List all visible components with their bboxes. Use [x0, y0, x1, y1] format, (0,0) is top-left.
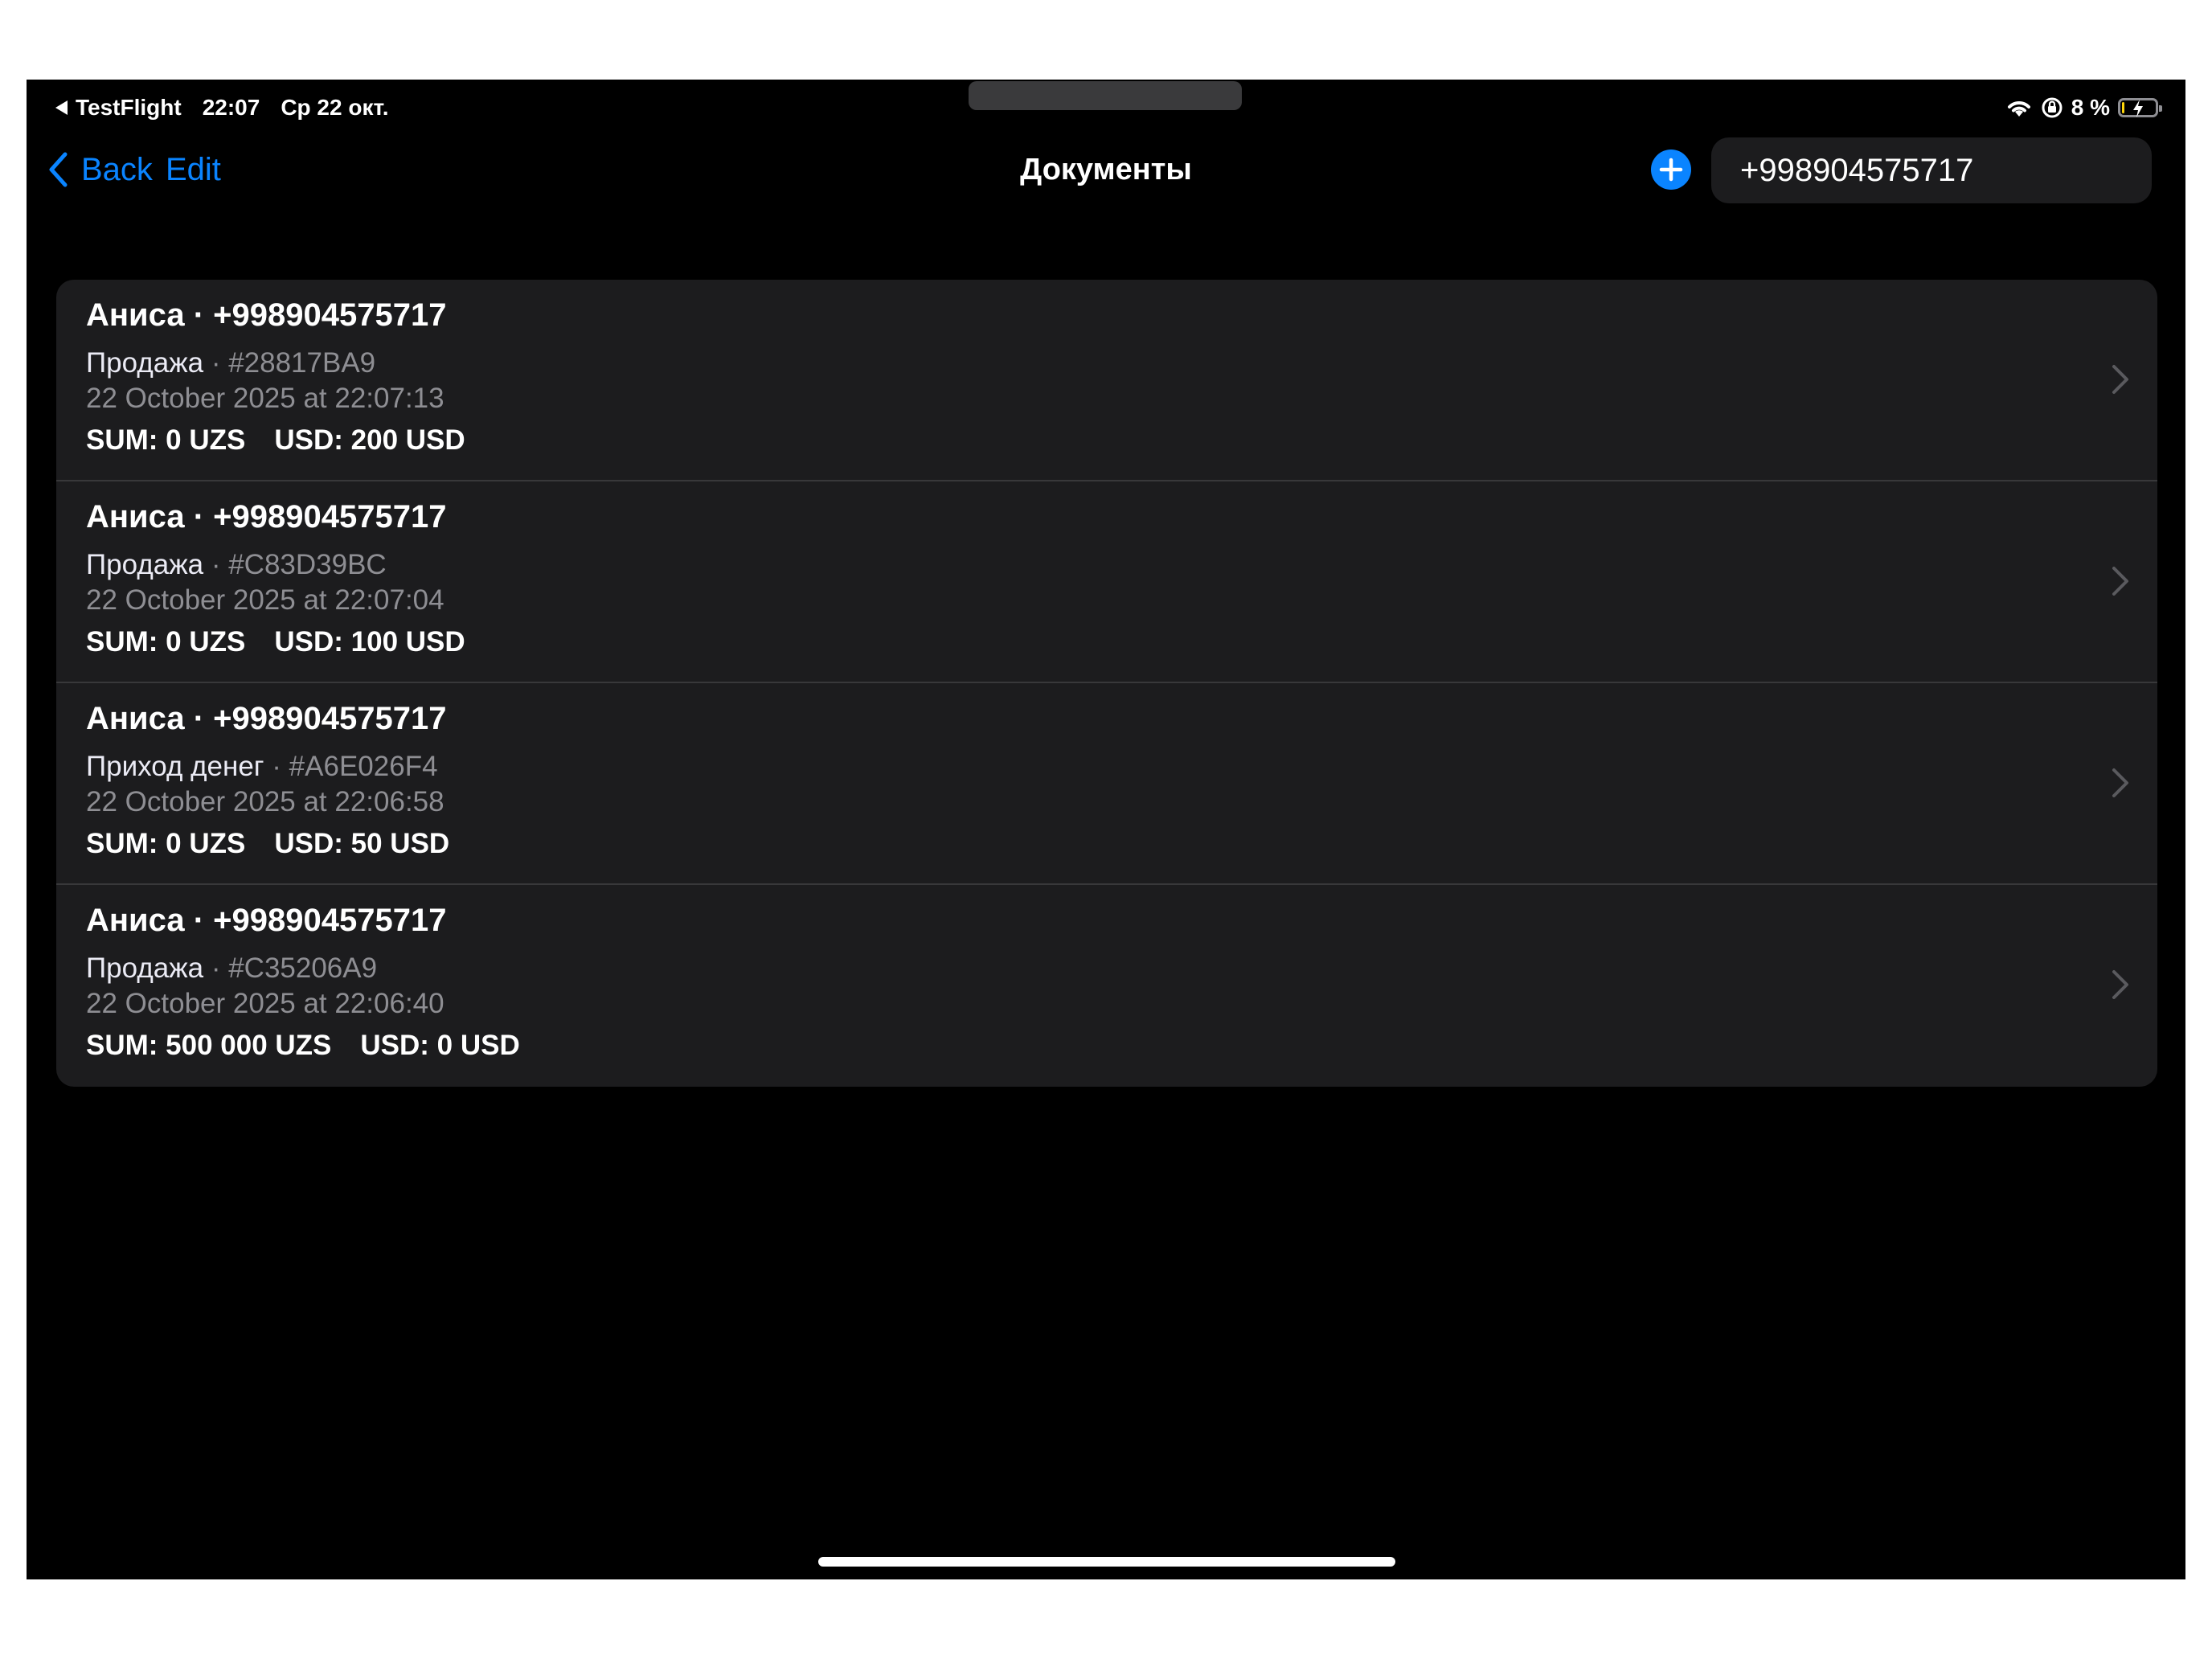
battery-icon [2118, 98, 2162, 117]
document-row[interactable]: Аниса · +998904575717 Приход денег · #A6… [56, 683, 2157, 885]
status-bar-left: TestFlight 22:07 Ср 22 окт. [55, 88, 410, 128]
document-type: Продажа [86, 549, 204, 580]
chevron-right-icon [2112, 970, 2128, 999]
document-title: Аниса · +998904575717 [86, 499, 447, 535]
documents-list: Аниса · +998904575717 Продажа · #28817BA… [56, 280, 2157, 1087]
document-totals: SUM: 0 UZS USD: 100 USD [86, 626, 465, 658]
document-type: Продажа [86, 347, 204, 379]
document-totals: SUM: 0 UZS USD: 200 USD [86, 424, 465, 457]
document-date: 22 October 2025 at 22:07:04 [86, 584, 444, 616]
document-row[interactable]: Аниса · +998904575717 Продажа · #28817BA… [56, 280, 2157, 481]
document-sum: SUM: 0 UZS [86, 424, 246, 456]
document-title: Аниса · +998904575717 [86, 903, 447, 938]
document-totals: SUM: 0 UZS USD: 50 USD [86, 828, 449, 860]
document-usd: USD: 0 USD [360, 1030, 520, 1061]
search-input[interactable] [1740, 152, 2154, 189]
document-usd: USD: 50 USD [274, 828, 450, 859]
document-totals: SUM: 500 000 UZS USD: 0 USD [86, 1030, 520, 1062]
document-sum: SUM: 0 UZS [86, 828, 246, 859]
document-type: Продажа [86, 952, 204, 984]
document-code: · #28817BA9 [203, 347, 376, 379]
battery-percent: 8 % [2071, 95, 2110, 120]
orientation-lock-icon [2042, 97, 2062, 118]
home-indicator[interactable] [818, 1557, 1395, 1567]
multitasking-pill[interactable] [969, 81, 1242, 110]
document-title: Аниса · +998904575717 [86, 297, 447, 333]
back-to-app-icon[interactable] [55, 100, 68, 115]
status-bar-right: 8 % [1997, 88, 2162, 128]
document-row[interactable]: Аниса · +998904575717 Продажа · #C83D39B… [56, 481, 2157, 683]
document-type-line: Продажа · #C83D39BC [86, 549, 387, 581]
chevron-right-icon [2112, 567, 2128, 596]
add-document-button[interactable] [1650, 149, 1692, 190]
status-date: Ср 22 окт. [281, 95, 389, 120]
document-title: Аниса · +998904575717 [86, 701, 447, 736]
document-date: 22 October 2025 at 22:06:58 [86, 786, 444, 817]
document-row[interactable]: Аниса · +998904575717 Продажа · #C35206A… [56, 885, 2157, 1087]
document-type-line: Продажа · #28817BA9 [86, 347, 375, 379]
search-field[interactable] [1711, 137, 2154, 203]
app-screen: TestFlight 22:07 Ср 22 окт. 8 % Back Edi… [27, 80, 2185, 1579]
document-code: · #C83D39BC [203, 549, 387, 580]
document-date: 22 October 2025 at 22:07:13 [86, 383, 444, 414]
document-type-line: Приход денег · #A6E026F4 [86, 751, 438, 783]
chevron-right-icon [2112, 768, 2128, 797]
document-type-line: Продажа · #C35206A9 [86, 952, 377, 985]
document-sum: SUM: 500 000 UZS [86, 1030, 332, 1061]
status-time: 22:07 [202, 95, 260, 120]
document-sum: SUM: 0 UZS [86, 626, 246, 657]
wifi-icon [2007, 101, 2030, 117]
document-code: · #C35206A9 [203, 952, 378, 984]
back-app-label[interactable]: TestFlight [76, 95, 182, 121]
document-usd: USD: 100 USD [274, 626, 465, 657]
document-type: Приход денег [86, 751, 264, 782]
document-usd: USD: 200 USD [274, 424, 465, 456]
document-date: 22 October 2025 at 22:06:40 [86, 988, 444, 1019]
chevron-right-icon [2112, 365, 2128, 394]
document-code: · #A6E026F4 [264, 751, 438, 782]
